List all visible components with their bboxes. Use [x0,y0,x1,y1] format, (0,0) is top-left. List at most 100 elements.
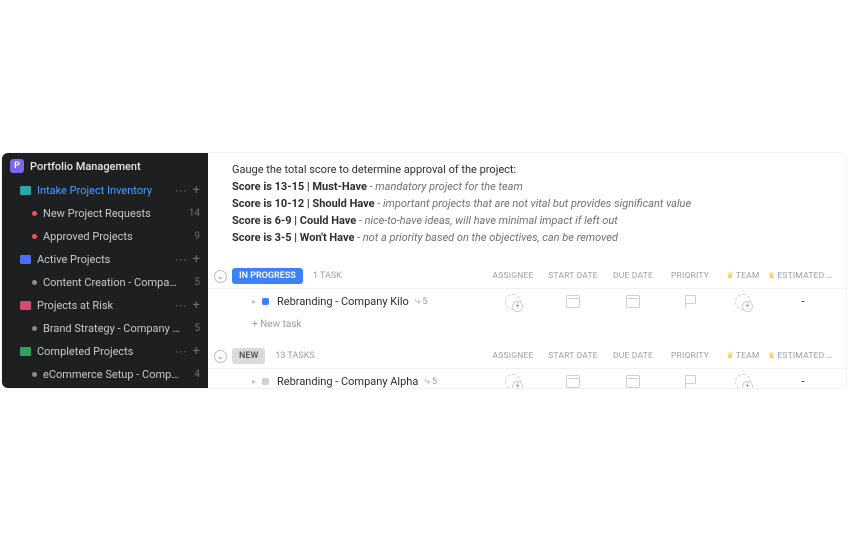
cell-startdate[interactable] [542,295,604,308]
scoring-guide: Gauge the total score to determine appro… [208,153,846,258]
add-icon[interactable]: + [193,255,200,265]
sidebar-item-completed[interactable]: Completed Projects ··· + [2,340,208,363]
workspace-logo: P [10,159,24,173]
calendar-icon [626,375,640,388]
crown-icon: ♛ [726,271,733,280]
subtask-count[interactable]: 5 [424,376,437,387]
col-startdate[interactable]: START DATE [542,271,604,281]
avatar-placeholder-icon [735,374,751,388]
task-count: 13 TASKS [275,351,314,361]
avatar-placeholder-icon [505,374,521,388]
avatar-placeholder-icon [735,294,751,310]
more-icon[interactable]: ··· [175,303,187,309]
col-duedate[interactable]: DUE DATE [604,351,662,361]
sidebar-item-label: Completed Projects [37,345,169,358]
status-badge[interactable]: NEW [232,348,265,364]
task-row[interactable]: ▸ Rebranding - Company Kilo 5 - [208,288,846,314]
cell-assignee[interactable] [484,374,542,388]
sidebar-item-active[interactable]: Active Projects ··· + [2,248,208,271]
status-dot-icon [262,378,269,385]
sidebar-item-brand-juliet[interactable]: Brand Strategy - Company Juliet5 [2,317,208,340]
status-dot-icon [32,326,37,331]
col-team[interactable]: ♛TEAM [718,271,768,281]
folder-icon [20,300,31,311]
col-priority[interactable]: PRIORITY [662,271,718,281]
scoring-line: Score is 13-15 | Must-Have - mandatory p… [232,178,822,195]
item-count: 5 [188,277,200,288]
status-dot-icon [32,280,37,285]
flag-icon [684,295,696,308]
expand-icon[interactable]: ▸ [252,297,256,306]
add-icon[interactable]: + [193,347,200,357]
cell-assignee[interactable] [484,294,542,310]
scoring-intro: Gauge the total score to determine appro… [232,161,822,178]
status-dot-icon [32,234,37,239]
col-startdate[interactable]: START DATE [542,351,604,361]
sidebar-item-approved[interactable]: Approved Projects 9 [2,225,208,248]
sidebar-item-label: New Project Requests [43,207,182,220]
sidebar-item-label: Content Creation - Company Delta [43,276,182,289]
workspace-header[interactable]: P Portfolio Management [2,153,208,179]
crown-icon: ♛ [768,351,775,360]
col-estimated[interactable]: ♛ESTIMATED C... [768,351,838,361]
scoring-line: Score is 10-12 | Should Have - important… [232,195,822,212]
sidebar-item-label: eCommerce Setup - Company Echo [43,368,182,381]
cell-team[interactable] [718,294,768,310]
main-content: Gauge the total score to determine appro… [208,153,846,388]
col-estimated[interactable]: ♛ESTIMATED C... [768,271,838,281]
sidebar-item-content-delta[interactable]: Content Creation - Company Delta 5 [2,271,208,294]
collapse-icon[interactable]: ⌄ [214,270,227,283]
sidebar-item-label: Active Projects [37,253,169,266]
col-duedate[interactable]: DUE DATE [604,271,662,281]
status-dot-icon [262,298,269,305]
cell-priority[interactable] [662,295,718,308]
task-row[interactable]: ▸ Rebranding - Company Alpha 5 - [208,368,846,388]
status-dot-icon [32,211,37,216]
sidebar-item-label: Projects at Risk [37,299,169,312]
add-icon[interactable]: + [193,301,200,311]
col-assignee[interactable]: ASSIGNEE [484,271,542,281]
sidebar-item-intake[interactable]: Intake Project Inventory ··· + [2,179,208,202]
col-team[interactable]: ♛TEAM [718,351,768,361]
cell-startdate[interactable] [542,375,604,388]
collapse-icon[interactable]: ⌄ [214,350,227,363]
folder-icon [20,185,31,196]
add-icon[interactable]: + [193,186,200,196]
new-task-button[interactable]: + New task [208,314,846,338]
calendar-icon [566,375,580,388]
col-assignee[interactable]: ASSIGNEE [484,351,542,361]
flag-icon [684,375,696,388]
sidebar-item-risk[interactable]: Projects at Risk ··· + [2,294,208,317]
cell-estimated[interactable]: - [768,295,838,308]
cell-duedate[interactable] [604,295,662,308]
sidebar: P Portfolio Management Intake Project In… [2,153,208,388]
item-count: 14 [188,208,200,219]
scoring-line: Score is 3-5 | Won't Have - not a priori… [232,229,822,246]
col-priority[interactable]: PRIORITY [662,351,718,361]
task-name[interactable]: Rebranding - Company Alpha [277,375,418,388]
sidebar-item-label: Intake Project Inventory [37,184,169,197]
item-count: 9 [188,231,200,242]
sidebar-item-ecom-echo[interactable]: eCommerce Setup - Company Echo4 [2,363,208,386]
group-header: ⌄ IN PROGRESS 1 TASK ASSIGNEE START DATE… [208,264,846,288]
crown-icon: ♛ [726,351,733,360]
cell-team[interactable] [718,374,768,388]
scoring-line: Score is 6-9 | Could Have - nice-to-have… [232,212,822,229]
more-icon[interactable]: ··· [175,257,187,263]
expand-icon[interactable]: ▸ [252,377,256,386]
sidebar-item-new-requests[interactable]: New Project Requests 14 [2,202,208,225]
calendar-icon [626,295,640,308]
cell-priority[interactable] [662,375,718,388]
calendar-icon [566,295,580,308]
status-dot-icon [32,372,37,377]
cell-estimated[interactable]: - [768,375,838,388]
cell-duedate[interactable] [604,375,662,388]
status-badge[interactable]: IN PROGRESS [232,268,303,284]
more-icon[interactable]: ··· [175,188,187,194]
task-name[interactable]: Rebranding - Company Kilo [277,295,409,308]
subtask-count[interactable]: 5 [415,296,428,307]
crown-icon: ♛ [768,271,775,280]
sidebar-item-label: Approved Projects [43,230,182,243]
task-count: 1 TASK [313,271,342,281]
more-icon[interactable]: ··· [175,349,187,355]
